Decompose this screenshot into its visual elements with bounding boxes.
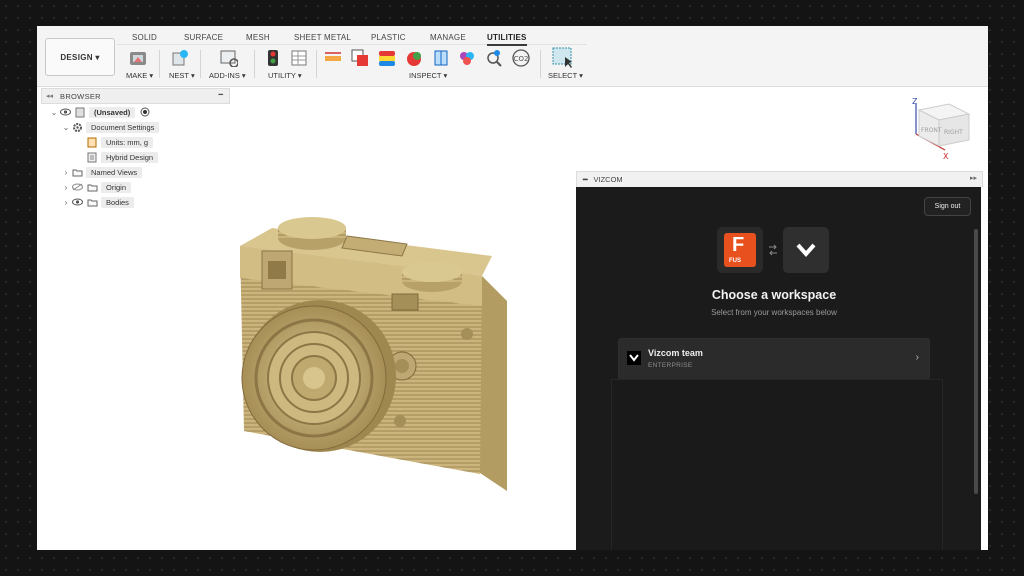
chevron-down-icon[interactable]: ⌄ <box>49 108 59 117</box>
group-select[interactable]: SELECT ▾ <box>548 71 583 80</box>
svg-text:CO2: CO2 <box>514 55 529 63</box>
camera-model[interactable] <box>232 216 512 496</box>
vizcom-panel-title: VIZCOM <box>593 175 623 184</box>
cube-front-label: FRONT <box>921 127 942 134</box>
separator <box>200 50 201 78</box>
folder-icon <box>86 181 98 193</box>
group-utility[interactable]: UTILITY ▾ <box>268 71 302 80</box>
tree-label: (Unsaved) <box>89 106 136 118</box>
workspace-card[interactable]: Vizcom team ENTERPRISE › <box>618 338 930 380</box>
tab-plastic[interactable]: PLASTIC <box>371 33 406 42</box>
draft-analysis-icon[interactable] <box>457 48 477 68</box>
choose-workspace-subtitle: Select from your workspaces below <box>711 308 837 317</box>
co2-icon[interactable]: CO2 <box>511 48 531 68</box>
collapse-panel-icon[interactable]: ◂◂ <box>46 92 53 100</box>
gear-icon <box>71 121 83 133</box>
workspace-tier: ENTERPRISE <box>648 362 693 369</box>
separator <box>159 50 160 78</box>
minimize-icon[interactable]: ━ <box>583 175 588 184</box>
chevron-right-icon[interactable]: › <box>61 198 71 207</box>
tree-label: Hybrid Design <box>101 151 159 163</box>
browser-title: BROWSER <box>60 91 101 101</box>
chevron-right-icon[interactable]: › <box>61 168 71 177</box>
axis-z-label: Z <box>912 97 918 106</box>
choose-workspace-title: Choose a workspace <box>711 288 837 302</box>
tree-item-bodies[interactable]: › Bodies <box>61 196 134 208</box>
vizcom-panel-header: ━ VIZCOM ▸▸ <box>576 171 983 187</box>
group-add-ins[interactable]: ADD-INS ▾ <box>209 71 246 80</box>
tab-surface[interactable]: SURFACE <box>184 33 223 42</box>
tab-manage[interactable]: MANAGE <box>430 33 466 42</box>
group-inspect[interactable]: INSPECT ▾ <box>409 71 447 80</box>
traffic-light-icon[interactable] <box>263 48 283 68</box>
tree-item-origin[interactable]: › Origin <box>61 181 132 193</box>
tree-item-hybrid-design[interactable]: Hybrid Design <box>86 151 159 163</box>
tree-item-document-settings[interactable]: ⌄ Document Settings <box>61 121 160 133</box>
tab-utilities[interactable]: UTILITIES <box>487 33 527 46</box>
separator <box>540 50 541 78</box>
toolbar: DESIGN ▾ SOLID SURFACE MESH SHEET METAL … <box>37 26 988 87</box>
chevron-right-icon[interactable]: › <box>61 183 71 192</box>
design-icon <box>86 151 98 163</box>
document-icon <box>74 106 86 118</box>
expand-panel-icon[interactable]: ▸▸ <box>970 174 977 182</box>
fusion-logo-text: FUS <box>729 258 741 264</box>
browser-panel-header: ◂◂ BROWSER ━ <box>41 88 230 104</box>
tab-mesh[interactable]: MESH <box>246 33 270 42</box>
scripts-icon[interactable] <box>219 48 239 68</box>
select-icon[interactable] <box>552 47 572 68</box>
group-nest[interactable]: NEST ▾ <box>169 71 195 80</box>
eye-icon[interactable] <box>59 106 71 118</box>
tree-label: Named Views <box>86 166 143 178</box>
curvature-analysis-icon[interactable] <box>377 48 397 68</box>
workspace-list-area <box>611 379 943 550</box>
folder-icon <box>86 196 98 208</box>
separator <box>316 50 317 78</box>
chevron-down-icon[interactable]: ⌄ <box>61 123 71 132</box>
table-icon[interactable] <box>289 48 309 68</box>
scrollbar[interactable] <box>974 229 978 494</box>
chevron-right-icon: › <box>915 352 919 363</box>
tree-label: Origin <box>101 181 132 193</box>
zebra-analysis-icon[interactable] <box>404 48 424 68</box>
sync-arrows-icon <box>767 243 779 257</box>
tree-label: Units: mm, g <box>101 136 154 148</box>
fusion-logo-badge: F FUS <box>724 233 756 267</box>
minimize-icon[interactable]: ━ <box>218 90 223 99</box>
group-make[interactable]: MAKE ▾ <box>126 71 153 80</box>
section-analysis-icon[interactable] <box>431 48 451 68</box>
tab-sheet-metal[interactable]: SHEET METAL <box>294 33 351 42</box>
workspace-switcher[interactable]: DESIGN ▾ <box>45 38 115 76</box>
vizcom-panel: Sign out F FUS Choose a workspace Select… <box>576 187 981 550</box>
fusion-logo: F FUS <box>717 227 763 273</box>
component-color-icon[interactable] <box>484 48 504 68</box>
fusion-logo-letter: F <box>732 234 745 256</box>
tree-item-units[interactable]: Units: mm, g <box>86 136 154 148</box>
tree-label: Bodies <box>101 196 134 208</box>
vizcom-logo-icon <box>627 351 641 365</box>
units-icon <box>86 136 98 148</box>
workspace-name: Vizcom team <box>648 348 703 358</box>
radio-active-icon[interactable] <box>139 106 151 118</box>
3d-print-icon[interactable] <box>128 48 148 68</box>
measure-icon[interactable] <box>323 48 343 68</box>
view-cube[interactable]: Z X FRONT RIGHT <box>907 94 987 164</box>
interference-icon[interactable] <box>350 48 370 68</box>
nest-icon[interactable] <box>170 48 190 68</box>
tab-solid[interactable]: SOLID <box>132 33 157 42</box>
cube-right-label: RIGHT <box>944 129 963 136</box>
eye-hidden-icon[interactable] <box>71 181 83 193</box>
separator <box>254 50 255 78</box>
tree-item-named-views[interactable]: › Named Views <box>61 166 143 178</box>
axis-x-label: X <box>943 152 949 161</box>
vizcom-logo <box>783 227 829 273</box>
folder-icon <box>71 166 83 178</box>
fusion-window: DESIGN ▾ SOLID SURFACE MESH SHEET METAL … <box>37 26 988 550</box>
tree-label: Document Settings <box>86 121 160 133</box>
sign-out-button[interactable]: Sign out <box>924 197 971 216</box>
eye-icon[interactable] <box>71 196 83 208</box>
tree-item-root[interactable]: ⌄ (Unsaved) <box>49 106 154 118</box>
